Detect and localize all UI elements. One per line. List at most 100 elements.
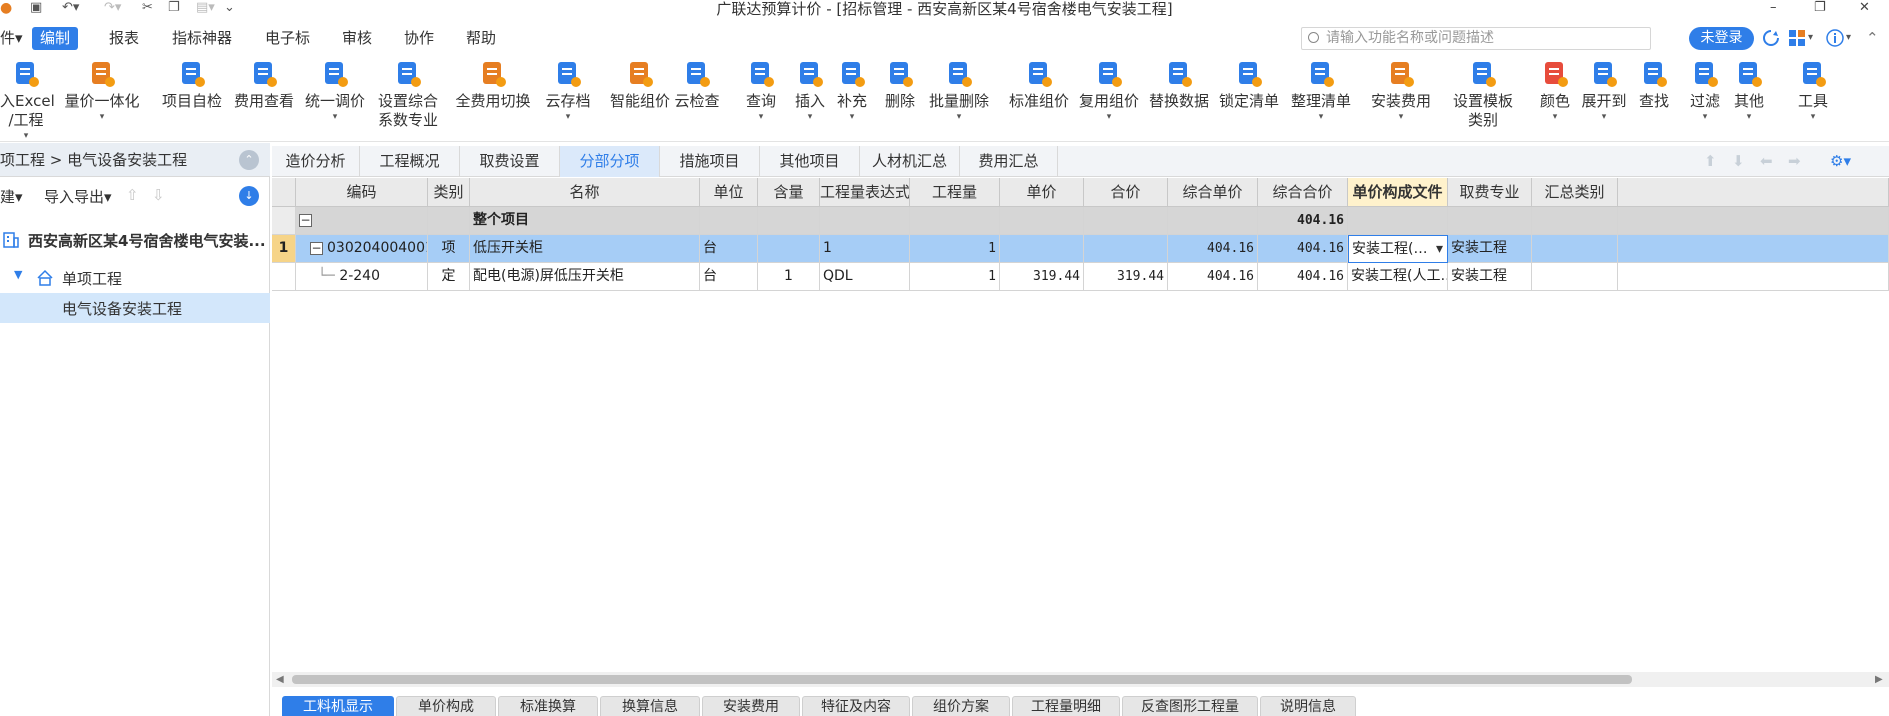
table-row[interactable]: 1−030204004001 项低压开关柜台 1 1 404.16 404.16 安装工程(…: [272, 235, 1889, 263]
ribbon-button-24[interactable]: 查找: [1636, 58, 1672, 111]
table-row[interactable]: − 整个项目 404.16: [272, 207, 1889, 235]
cell-comp_total[interactable]: 404.16: [1258, 263, 1348, 291]
tab-sections[interactable]: 分部分项: [560, 146, 660, 177]
cell-unit[interactable]: 台: [700, 235, 758, 263]
chevron-down-icon[interactable]: ▾: [544, 111, 592, 123]
chevron-down-icon[interactable]: ▾: [1578, 111, 1630, 123]
expand-arrow-icon[interactable]: ▼: [14, 268, 22, 281]
ribbon-button-17[interactable]: 替换数据: [1146, 58, 1212, 111]
cell-name[interactable]: 整个项目: [470, 207, 700, 235]
chevron-down-icon[interactable]: ▾: [1688, 111, 1722, 123]
menu-e-bid[interactable]: 电子标: [257, 27, 318, 50]
cell-expr[interactable]: 1: [820, 235, 910, 263]
cell-price[interactable]: [1000, 235, 1084, 263]
column-header[interactable]: 合价: [1084, 178, 1168, 207]
menu-report[interactable]: 报表: [101, 27, 147, 50]
column-header[interactable]: 单价: [1000, 178, 1084, 207]
ribbon-button-7[interactable]: 云存档 ▾: [544, 58, 592, 123]
cell-type[interactable]: 项: [428, 235, 470, 263]
cell-expr[interactable]: [820, 207, 910, 235]
ribbon-button-18[interactable]: 锁定清单: [1216, 58, 1282, 111]
chevron-down-icon[interactable]: ▾: [0, 130, 52, 142]
menu-edit[interactable]: 编制: [32, 27, 79, 50]
import-export-button[interactable]: 导入导出▾: [44, 186, 112, 207]
cell-code[interactable]: −030204004001: [296, 235, 428, 263]
cell-price[interactable]: [1000, 207, 1084, 235]
ribbon-button-21[interactable]: 设置模板 类别: [1448, 58, 1518, 130]
cell-type[interactable]: 定: [428, 263, 470, 291]
menu-file[interactable]: 件▾: [0, 27, 31, 50]
ribbon-button-11[interactable]: 插入 ▾: [792, 58, 828, 123]
cell-total[interactable]: [1084, 207, 1168, 235]
column-header[interactable]: 单位: [700, 178, 758, 207]
table-row[interactable]: └─ 2-240 定配电(电源)屏低压开关柜台 1 QDL 1 319.44 319.44 4…: [272, 263, 1889, 291]
cell-file[interactable]: 安装工程(… ▾: [1348, 235, 1448, 263]
menu-indicator[interactable]: 指标神器: [164, 27, 240, 50]
ribbon-button-12[interactable]: 补充 ▾: [834, 58, 870, 123]
detail-tab[interactable]: 反查图形工程量: [1122, 696, 1258, 716]
cell-price[interactable]: 319.44: [1000, 263, 1084, 291]
chevron-down-icon[interactable]: ▾: [1368, 111, 1434, 123]
column-header[interactable]: 综合合价: [1258, 178, 1348, 207]
cell-comp_total[interactable]: 404.16: [1258, 235, 1348, 263]
tab-project-overview[interactable]: 工程概况: [360, 146, 460, 177]
cell-content[interactable]: 1: [758, 263, 820, 291]
apps-dropdown-icon[interactable]: ▾: [1808, 29, 1826, 47]
detail-tab[interactable]: 工料机显示: [282, 696, 394, 716]
ribbon-button-27[interactable]: 工具 ▾: [1796, 58, 1830, 123]
collapse-node-icon[interactable]: −: [299, 213, 312, 227]
apps-grid-icon[interactable]: [1788, 29, 1806, 47]
cell-sum[interactable]: [1532, 235, 1618, 263]
cell-file[interactable]: [1348, 207, 1448, 235]
menu-help[interactable]: 帮助: [458, 27, 504, 50]
login-button[interactable]: 未登录: [1689, 27, 1754, 50]
cell-unit[interactable]: 台: [700, 263, 758, 291]
ribbon-button-19[interactable]: 整理清单 ▾: [1288, 58, 1354, 123]
cell-comp_price[interactable]: [1168, 207, 1258, 235]
arrow-right-icon[interactable]: ➡: [1788, 152, 1801, 170]
column-header[interactable]: 编码: [296, 178, 428, 207]
scrollbar-thumb[interactable]: [292, 675, 1632, 684]
ribbon-button-2[interactable]: 项目自检: [160, 58, 224, 111]
cell-code[interactable]: −: [296, 207, 428, 235]
detail-tab[interactable]: 标准换算: [498, 696, 598, 716]
detail-tab[interactable]: 说明信息: [1260, 696, 1356, 716]
scroll-left-icon[interactable]: ◀: [276, 672, 284, 687]
menu-collaborate[interactable]: 协作: [396, 27, 442, 50]
cell-expr[interactable]: QDL: [820, 263, 910, 291]
arrow-down-icon[interactable]: ⬇: [1732, 152, 1745, 170]
row-number[interactable]: 1: [272, 235, 296, 263]
cell-comp_total[interactable]: 404.16: [1258, 207, 1348, 235]
ribbon-button-13[interactable]: 删除: [884, 58, 916, 111]
move-up-icon[interactable]: ⇧: [126, 186, 139, 204]
tree-item-project[interactable]: 西安高新区某4号宿舍楼电气安装...: [0, 225, 270, 255]
chevron-down-icon[interactable]: ▾: [302, 111, 368, 123]
cell-sum[interactable]: [1532, 263, 1618, 291]
column-header[interactable]: 单价构成文件: [1348, 178, 1448, 207]
detail-tab[interactable]: 单价构成: [396, 696, 496, 716]
ribbon-button-23[interactable]: 展开到 ▾: [1578, 58, 1630, 123]
column-header[interactable]: 工程量表达式: [820, 178, 910, 207]
ribbon-button-5[interactable]: 设置综合 系数专业: [370, 58, 446, 130]
chevron-down-icon[interactable]: ▾: [1796, 111, 1830, 123]
column-header[interactable]: 取费专业: [1448, 178, 1532, 207]
cell-total[interactable]: [1084, 235, 1168, 263]
function-search-input[interactable]: 请输入功能名称或问题描述: [1301, 27, 1651, 50]
tab-other-items[interactable]: 其他项目: [760, 146, 860, 177]
cell-content[interactable]: [758, 235, 820, 263]
arrow-up-icon[interactable]: ⬆: [1704, 152, 1717, 170]
tab-fee-setting[interactable]: 取费设置: [460, 146, 560, 177]
row-number[interactable]: [272, 207, 296, 235]
cell-content[interactable]: [758, 207, 820, 235]
new-button[interactable]: 建▾: [0, 186, 23, 207]
collapse-panel-icon[interactable]: ⌃: [239, 150, 259, 170]
cell-unit[interactable]: [700, 207, 758, 235]
detail-tab[interactable]: 换算信息: [600, 696, 700, 716]
cell-qty[interactable]: 1: [910, 235, 1000, 263]
tab-fee-summary[interactable]: 费用汇总: [960, 146, 1058, 177]
ribbon-button-8[interactable]: 智能组价: [608, 58, 672, 111]
arrow-left-icon[interactable]: ⬅: [1760, 152, 1773, 170]
chevron-down-icon[interactable]: ▾: [1436, 236, 1443, 262]
refresh-icon[interactable]: [1762, 29, 1780, 47]
row-number[interactable]: [272, 263, 296, 291]
